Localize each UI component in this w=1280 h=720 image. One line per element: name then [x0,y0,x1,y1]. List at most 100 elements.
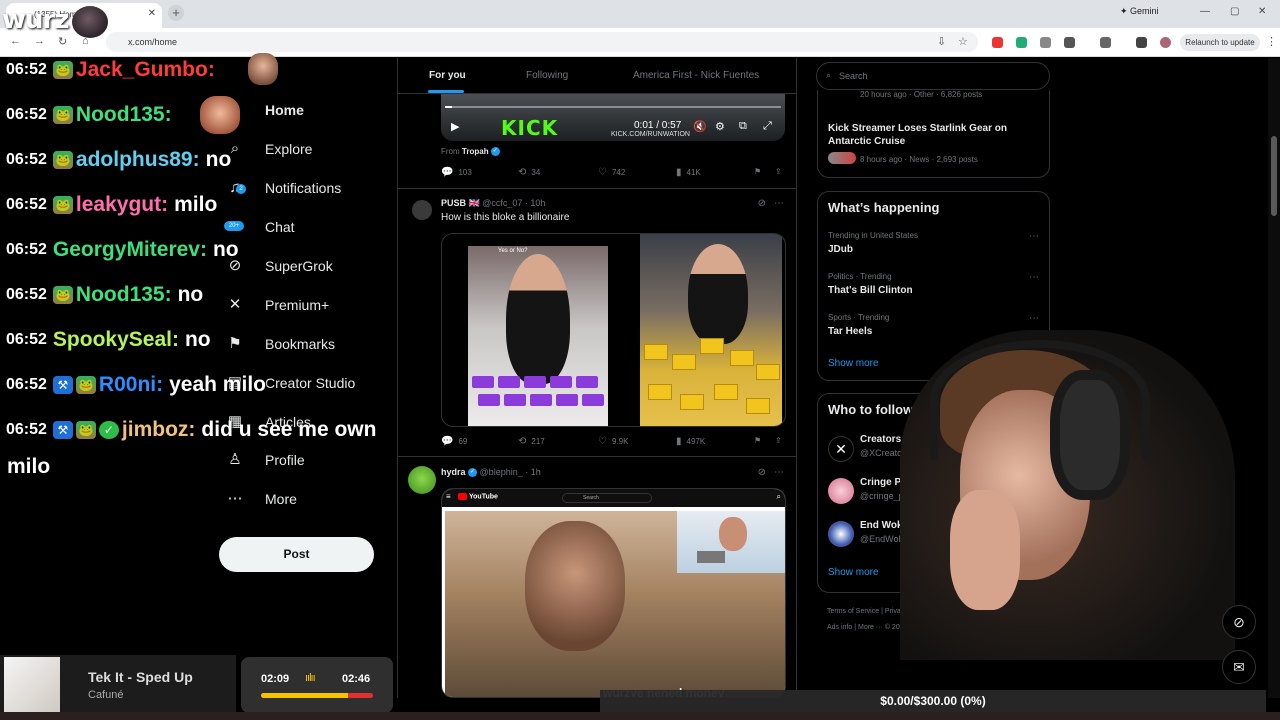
nav-item-more[interactable]: ⋯ More [218,484,297,514]
trend-news-title[interactable]: Kick Streamer Loses Starlink Gear on Ant… [828,122,1038,148]
trend-item[interactable]: Tar Heels [828,326,872,337]
more-options-icon[interactable]: ⋯ [1029,231,1039,242]
tab-following[interactable]: Following [526,70,568,81]
post-author-name[interactable]: hydra [441,467,466,477]
scrollbar[interactable] [1268,58,1280,698]
post-author-handle[interactable]: @blephin_ · 1h [480,467,541,477]
extensions-puzzle-icon[interactable] [1064,37,1075,48]
more-options-icon[interactable]: ⋯ [774,467,784,478]
post-author-handle[interactable]: @ccfc_07 · 10h [482,198,545,208]
avatar[interactable] [828,478,854,504]
extension-icon[interactable] [1016,37,1027,48]
nav-item-label: More [265,491,297,507]
chat-text: no [212,238,239,261]
address-bar[interactable]: x.com/home [106,32,978,52]
nav-item-profile[interactable]: ♙ Profile [218,445,304,475]
profile-avatar-icon[interactable] [1160,37,1171,48]
tab-strip: (1355) Home ✕ + ✦ Gemini — ▢ ✕ [0,0,1280,28]
more-options-icon[interactable]: ⋯ [1029,313,1039,324]
nav-item-bookmarks[interactable]: ⚑ Bookmarks [218,329,335,359]
more-options-icon[interactable]: ⋯ [1029,272,1039,283]
views-button[interactable]: ▮ 497K [676,436,705,447]
trend-item[interactable]: JDub [828,244,853,255]
share-icon[interactable]: ⇪ [775,167,782,176]
show-more-link[interactable]: Show more [828,567,879,578]
side-panel-icon[interactable] [1100,37,1111,48]
bookmark-star-icon[interactable]: ☆ [958,35,968,48]
media-icon[interactable] [1136,37,1147,48]
like-button[interactable]: ♡ 9.9K [598,436,628,447]
reply-button[interactable]: 💬 103 [441,167,472,178]
grok-icon[interactable]: ⊘ [758,198,766,209]
extension-icon[interactable] [992,37,1003,48]
minimize-icon[interactable]: — [1200,6,1210,17]
video-progress-bar[interactable] [445,106,781,108]
avatar[interactable] [408,466,436,494]
section-title: What’s happening [828,200,940,215]
active-tab-indicator [428,90,464,93]
person-figure [506,254,570,384]
relaunch-button[interactable]: Relaunch to update [1180,34,1260,51]
chat-timestamp: 06:52 [6,421,47,438]
youtube-video-frame[interactable]: wurzye nened money [445,511,785,697]
grok-icon[interactable]: ⊘ [758,467,766,478]
tab-for-you[interactable]: For you [429,70,466,81]
tab-america-first[interactable]: America First - Nick Fuentes [633,70,759,81]
bookmark-icon[interactable]: ⚑ [754,436,761,445]
show-more-link[interactable]: Show more [828,358,879,369]
trend-meta: 8 hours ago · News · 2,693 posts [860,155,978,164]
close-window-icon[interactable]: ✕ [1258,6,1266,17]
avatar[interactable] [412,200,432,220]
post-header: hydra ✓ @blephin_ · 1h [441,467,541,478]
trend-meta: 20 hours ago · Other · 6,826 posts [860,90,983,99]
more-options-icon[interactable]: ⋯ [774,198,784,209]
streamer-logo: wurz [2,5,69,35]
maximize-icon[interactable]: ▢ [1230,6,1239,17]
bookmark-icon[interactable]: ⚑ [754,167,761,176]
post-header: PUSB 🇬🇧 @ccfc_07 · 10h [441,198,545,209]
follow-name[interactable]: Creators [860,434,901,445]
post-image[interactable] [640,234,782,426]
volume-muted-icon[interactable]: 🔇 [693,120,707,133]
post-media[interactable]: Yes or No? [441,233,786,427]
chat-message: 06:52 ⚒ 🐸 ✓ jimboz: did u see me own [6,418,376,442]
reply-button[interactable]: 💬 69 [441,436,467,447]
from-author-link[interactable]: Tropah [462,147,489,156]
close-tab-icon[interactable]: ✕ [148,8,156,19]
views-button[interactable]: ▮ 41K [676,167,701,178]
frog-badge-icon: 🐸 [52,106,73,124]
verified-icon: ✓ [490,147,500,157]
fullscreen-icon[interactable]: ⤢ [763,120,772,133]
gemini-button[interactable]: ✦ Gemini [1120,6,1159,17]
menu-kebab-icon[interactable]: ⋮ [1266,35,1277,48]
post-image[interactable]: Yes or No? [468,246,608,426]
x-logo-icon[interactable]: ✕ [828,436,854,462]
pip-icon[interactable]: ⧉ [739,120,747,133]
like-button[interactable]: ♡ 742 [598,167,625,178]
install-icon[interactable]: ⇩ [937,35,946,48]
post-media[interactable]: ≡ YouTube Search ⌕ wurzye nened money [441,488,786,698]
post-author-name[interactable]: PUSB 🇬🇧 [441,198,480,208]
video-player[interactable]: ▶ KICK 0:01 / 0:57 KICK.COM/RUNWATION 🔇 … [441,94,785,141]
play-icon[interactable]: ▶ [451,120,459,133]
chat-separator: : [161,193,169,216]
extension-icon[interactable] [1040,37,1051,48]
chat-username: adolphus89 [75,148,193,171]
reload-icon[interactable]: ↻ [58,35,67,48]
grok-float-icon[interactable]: ⊘ [1222,605,1256,639]
search-input[interactable]: ⌕ Search [816,62,1050,90]
nav-item-premium[interactable]: ✕ Premium+ [218,290,329,320]
repost-button[interactable]: ⟲ 217 [518,436,545,447]
settings-gear-icon[interactable]: ⚙ [715,120,725,133]
post-button[interactable]: Post [219,537,374,572]
trend-item[interactable]: That's Bill Clinton [828,285,913,296]
webcam-overlay [900,330,1235,660]
messages-icon[interactable]: ✉ [1222,650,1256,684]
share-icon[interactable]: ⇪ [775,436,782,445]
forward-icon[interactable]: → [34,35,45,47]
avatar[interactable] [828,521,854,547]
repost-button[interactable]: ⟲ 34 [518,167,540,178]
back-icon[interactable]: ← [10,35,21,47]
new-tab-button[interactable]: + [168,5,184,21]
nav-item-explore[interactable]: ⌕ Explore [218,134,313,164]
